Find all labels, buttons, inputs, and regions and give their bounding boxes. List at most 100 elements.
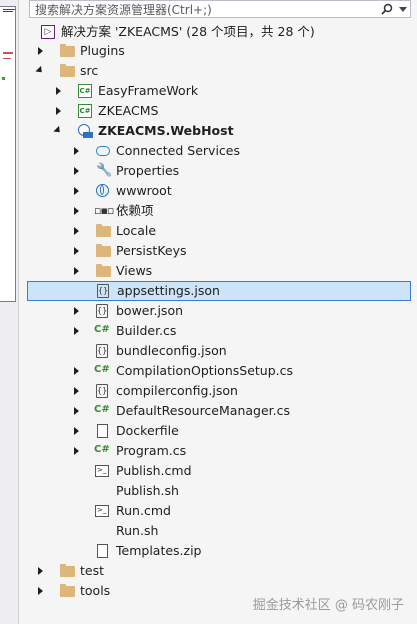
tree-item-run-cmd[interactable]: >_ Run.cmd (19, 501, 411, 521)
tree-item-label: src (80, 63, 99, 78)
expand-arrow-icon[interactable] (69, 441, 83, 461)
expand-arrow-icon[interactable] (69, 161, 83, 181)
json-file-icon: {} (97, 283, 113, 299)
tree-item-label: appsettings.json (117, 283, 220, 298)
tree-item-label: tools (80, 583, 111, 598)
folder-icon (60, 583, 76, 599)
tree-item-label: ZKEACMS (98, 103, 159, 118)
tree-item-label: PersistKeys (116, 243, 187, 258)
tree-item-run-sh[interactable]: Run.sh (19, 521, 411, 541)
tree-item-label: Dockerfile (116, 423, 179, 438)
tree-item-label: bower.json (116, 303, 184, 318)
tree-item-label: Locale (116, 223, 157, 238)
csharp-file-icon: C# (94, 404, 110, 415)
tree-item-properties[interactable]: 🔧 Properties (19, 161, 411, 181)
tree-item-label: DefaultResourceManager.cs (116, 403, 290, 418)
expand-arrow-icon[interactable] (69, 381, 83, 401)
tree-item-label: Run.sh (116, 523, 159, 538)
tree-item-label: 依赖项 (116, 203, 154, 218)
tree-item-zkeacms[interactable]: C# ZKEACMS (19, 101, 411, 121)
tree-item-views[interactable]: Views (19, 261, 411, 281)
tree-item-test[interactable]: test (19, 561, 411, 581)
tree-item-label: wwwroot (116, 183, 172, 198)
folder-icon (96, 243, 112, 259)
expand-arrow-icon[interactable] (69, 181, 83, 201)
folder-icon (60, 63, 76, 79)
expand-arrow-icon[interactable] (33, 561, 47, 581)
expand-arrow-icon[interactable] (69, 301, 83, 321)
editor-preview (0, 6, 16, 302)
search-icon[interactable] (381, 3, 393, 15)
tree-item-templates-zip[interactable]: Templates.zip (19, 541, 411, 561)
expand-arrow-icon[interactable] (69, 241, 83, 261)
tree-item-locale[interactable]: Locale (19, 221, 411, 241)
tree-item-wwwroot[interactable]: wwwroot (19, 181, 411, 201)
wrench-icon: 🔧 (96, 163, 113, 178)
tree-item-bower-json[interactable]: {} bower.json (19, 301, 411, 321)
tree-item-label: Publish.cmd (116, 463, 192, 478)
tree-item-publish-cmd[interactable]: >_ Publish.cmd (19, 461, 411, 481)
expand-arrow-icon[interactable] (69, 261, 83, 281)
search-box[interactable]: 搜索解决方案资源管理器(Ctrl+;) (29, 0, 411, 18)
collapse-arrow-icon[interactable] (51, 121, 65, 141)
file-icon (97, 543, 113, 559)
tree-item-persistkeys[interactable]: PersistKeys (19, 241, 411, 261)
tree-solution-label: 解决方案 'ZKEACMS' (28 个项目，共 28 个) (61, 24, 315, 39)
tree-item-connected-services[interactable]: Connected Services (19, 141, 411, 161)
expand-arrow-icon[interactable] (69, 221, 83, 241)
expand-arrow-icon[interactable] (69, 201, 83, 221)
expand-arrow-icon[interactable] (69, 421, 83, 441)
json-file-icon: {} (96, 383, 112, 399)
connected-services-icon (96, 143, 112, 159)
tree-item-appsettings-json[interactable]: {} appsettings.json (27, 281, 411, 301)
expand-arrow-icon[interactable] (69, 141, 83, 161)
folder-icon (60, 563, 76, 579)
tree-item-label: Publish.sh (116, 483, 179, 498)
tree-item-builder-cs[interactable]: C# Builder.cs (19, 321, 411, 341)
csharp-file-icon: C# (94, 364, 110, 375)
tree-item-program-cs[interactable]: C# Program.cs (19, 441, 411, 461)
csharp-project-icon: C# (78, 83, 94, 99)
tree-item-dependencies[interactable]: ▫▪▫ 依赖项 (19, 201, 411, 221)
tree-item-zkeacms-webhost[interactable]: ZKEACMS.WebHost (19, 121, 411, 141)
search-dropdown-icon[interactable] (399, 7, 407, 12)
expand-arrow-icon[interactable] (33, 41, 47, 61)
json-file-icon: {} (96, 343, 112, 359)
tree-item-label: Run.cmd (116, 503, 171, 518)
tree-solution-row[interactable]: ▷ 解决方案 'ZKEACMS' (28 个项目，共 28 个) (19, 22, 411, 42)
web-project-icon (78, 123, 94, 139)
folder-icon (96, 223, 112, 239)
tree-item-src[interactable]: src (19, 61, 411, 81)
csharp-project-icon: C# (78, 103, 94, 119)
expand-arrow-icon[interactable] (51, 81, 65, 101)
tree-item-easyframework[interactable]: C# EasyFrameWork (19, 81, 411, 101)
watermark: 掘金技术社区 @ 码农刚子 (252, 598, 404, 613)
tree-item-label: test (80, 563, 105, 578)
tree-item-compilationoptionssetup-cs[interactable]: C# CompilationOptionsSetup.cs (19, 361, 411, 381)
tree-item-dockerfile[interactable]: Dockerfile (19, 421, 411, 441)
expand-arrow-icon[interactable] (69, 361, 83, 381)
tree-item-label: EasyFrameWork (98, 83, 199, 98)
solution-icon: ▷ (41, 24, 57, 40)
cmd-file-icon: >_ (95, 503, 111, 519)
collapse-arrow-icon[interactable] (33, 61, 47, 81)
expand-arrow-icon[interactable] (69, 401, 83, 421)
folder-icon (60, 43, 76, 59)
expand-arrow-icon[interactable] (33, 581, 47, 601)
tree-item-label: Builder.cs (116, 323, 177, 338)
csharp-file-icon: C# (94, 324, 110, 335)
tree-item-plugins[interactable]: Plugins (19, 41, 411, 61)
expand-arrow-icon[interactable] (69, 321, 83, 341)
tree-item-label: Templates.zip (116, 543, 202, 558)
search-input[interactable]: 搜索解决方案资源管理器(Ctrl+;) (35, 1, 410, 18)
tree-item-bundleconfig-json[interactable]: {} bundleconfig.json (19, 341, 411, 361)
tree-item-publish-sh[interactable]: Publish.sh (19, 481, 411, 501)
solution-explorer: 搜索解决方案资源管理器(Ctrl+;) ▷ 解决方案 'ZKEACMS' (28… (18, 0, 417, 624)
tree-item-label: Connected Services (116, 143, 240, 158)
expand-arrow-icon[interactable] (51, 101, 65, 121)
tree-item-defaultresourcemanager-cs[interactable]: C# DefaultResourceManager.cs (19, 401, 411, 421)
tree-item-compilerconfig-json[interactable]: {} compilerconfig.json (19, 381, 411, 401)
json-file-icon: {} (96, 303, 112, 319)
tree-item-label: compilerconfig.json (116, 383, 238, 398)
tree-item-label: Plugins (80, 43, 125, 58)
